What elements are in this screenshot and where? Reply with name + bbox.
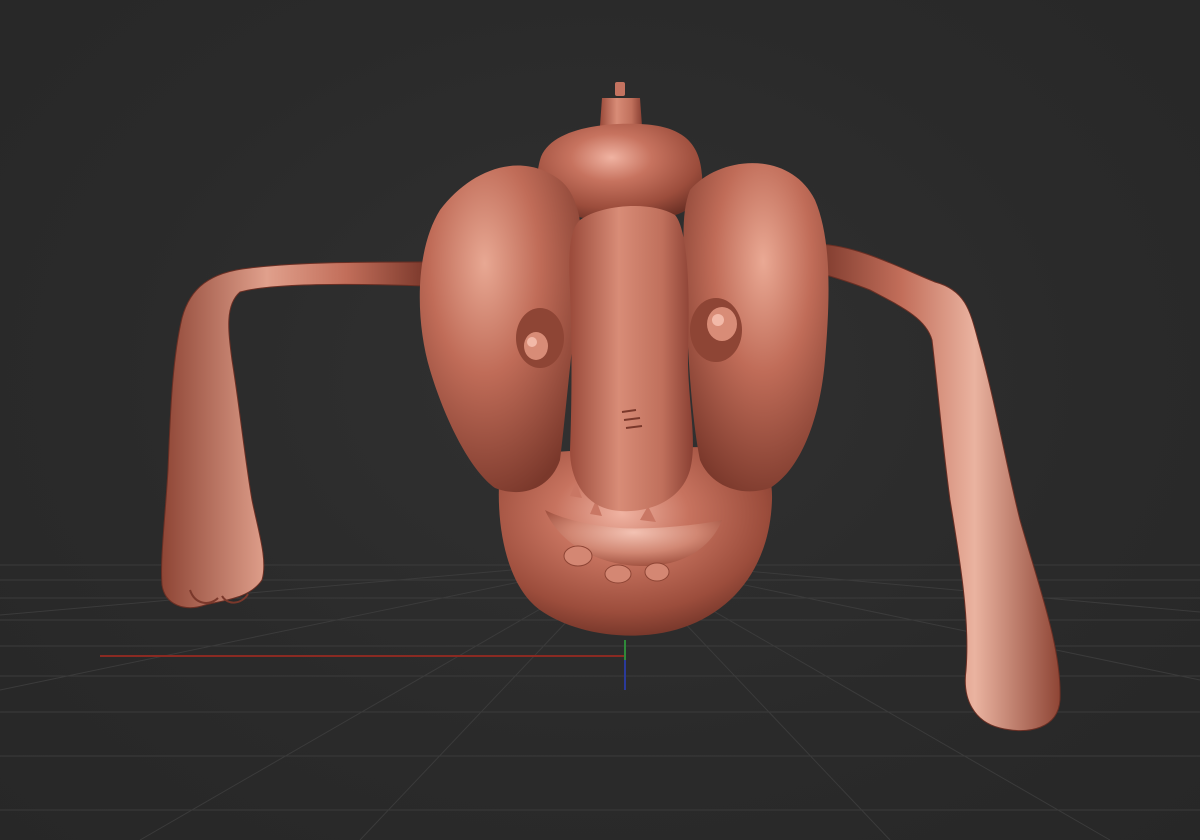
right-eye[interactable] [690,298,742,362]
scene-canvas[interactable] [0,0,1200,840]
left-arm[interactable] [161,261,426,609]
sculpt-model[interactable] [161,82,1061,731]
nose[interactable] [569,205,693,512]
right-arm[interactable] [815,243,1061,731]
left-eye[interactable] [516,308,564,368]
top-knob[interactable] [600,82,642,126]
3d-viewport[interactable] [0,0,1200,840]
